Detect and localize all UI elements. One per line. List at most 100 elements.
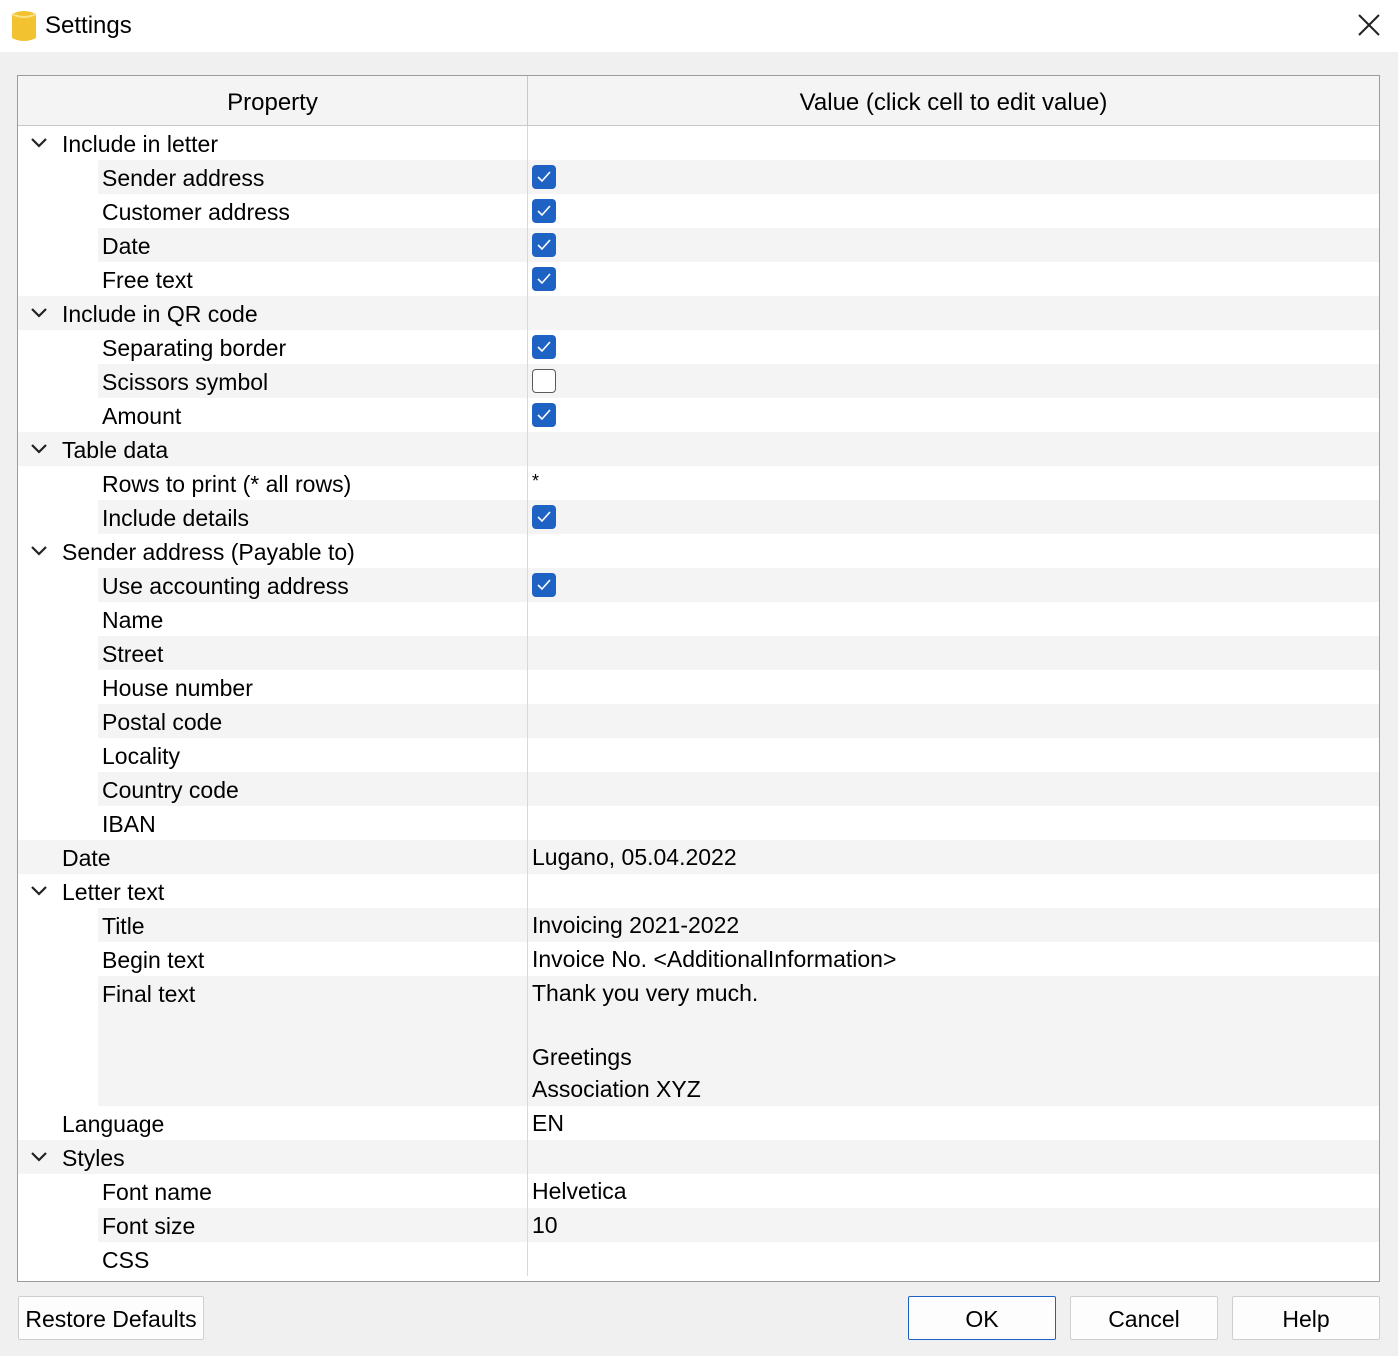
value-cell[interactable] <box>528 568 1379 602</box>
tree-row[interactable]: Include in QR code <box>18 296 1379 330</box>
tree-row[interactable]: Street <box>18 636 1379 670</box>
property-label: Rows to print (* all rows) <box>102 471 352 497</box>
value-cell[interactable] <box>528 330 1379 364</box>
tree-row[interactable]: Table data <box>18 432 1379 466</box>
property-cell: Font size <box>18 1208 528 1242</box>
value-text: Invoicing 2021-2022 <box>532 912 740 938</box>
checkmark-icon <box>537 239 551 251</box>
tree-row[interactable]: CSS <box>18 1242 1379 1276</box>
value-checkbox[interactable] <box>532 233 556 257</box>
property-cell: Font name <box>18 1174 528 1208</box>
column-header-value[interactable]: Value (click cell to edit value) <box>528 76 1379 125</box>
value-cell[interactable] <box>528 160 1379 194</box>
tree-row[interactable]: Title Invoicing 2021-2022 <box>18 908 1379 942</box>
value-cell[interactable] <box>528 228 1379 262</box>
chevron-down-icon[interactable] <box>30 884 48 898</box>
tree-row[interactable]: IBAN <box>18 806 1379 840</box>
value-cell[interactable] <box>528 1242 1379 1276</box>
tree-row[interactable]: Country code <box>18 772 1379 806</box>
restore-defaults-button[interactable]: Restore Defaults <box>18 1296 204 1340</box>
chevron-down-icon[interactable] <box>30 1150 48 1164</box>
tree-row[interactable]: Locality <box>18 738 1379 772</box>
value-checkbox[interactable] <box>532 403 556 427</box>
value-cell[interactable]: Thank you very much. Greetings Associati… <box>528 976 1379 1106</box>
tree-row[interactable]: Sender address <box>18 160 1379 194</box>
value-cell[interactable]: * <box>528 466 1379 500</box>
tree-row[interactable]: Free text <box>18 262 1379 296</box>
ok-button[interactable]: OK <box>908 1296 1056 1340</box>
value-cell[interactable] <box>528 636 1379 670</box>
value-cell[interactable] <box>528 500 1379 534</box>
help-button[interactable]: Help <box>1232 1296 1380 1340</box>
cancel-button[interactable]: Cancel <box>1070 1296 1218 1340</box>
value-text: * <box>532 471 540 491</box>
property-cell: Customer address <box>18 194 528 228</box>
value-cell <box>528 296 1379 330</box>
tree-row[interactable]: Amount <box>18 398 1379 432</box>
value-checkbox[interactable] <box>532 267 556 291</box>
property-label: Final text <box>102 981 196 1007</box>
value-cell[interactable] <box>528 262 1379 296</box>
value-cell[interactable]: Invoice No. <AdditionalInformation> <box>528 942 1379 976</box>
tree-row[interactable]: Name <box>18 602 1379 636</box>
tree-row[interactable]: Date <box>18 228 1379 262</box>
indent-gutter <box>18 942 98 976</box>
value-checkbox[interactable] <box>532 505 556 529</box>
tree-row[interactable]: Postal code <box>18 704 1379 738</box>
tree-row[interactable]: House number <box>18 670 1379 704</box>
tree-row[interactable]: Separating border <box>18 330 1379 364</box>
value-cell[interactable]: Invoicing 2021-2022 <box>528 908 1379 942</box>
value-cell[interactable] <box>528 602 1379 636</box>
tree-row[interactable]: Include details <box>18 500 1379 534</box>
property-cell: Title <box>18 908 528 942</box>
value-checkbox[interactable] <box>532 199 556 223</box>
property-cell: Styles <box>18 1140 528 1174</box>
value-cell[interactable] <box>528 738 1379 772</box>
value-cell[interactable] <box>528 772 1379 806</box>
value-checkbox[interactable] <box>532 573 556 597</box>
tree-row[interactable]: Styles <box>18 1140 1379 1174</box>
tree-row[interactable]: Language EN <box>18 1106 1379 1140</box>
value-cell[interactable] <box>528 398 1379 432</box>
indent-gutter <box>18 398 98 432</box>
tree-row[interactable]: Rows to print (* all rows) * <box>18 466 1379 500</box>
tree-row[interactable]: Letter text <box>18 874 1379 908</box>
property-cell: Street <box>18 636 528 670</box>
value-cell[interactable]: EN <box>528 1106 1379 1140</box>
chevron-down-icon[interactable] <box>30 544 48 558</box>
value-cell[interactable]: 10 <box>528 1208 1379 1242</box>
tree-row[interactable]: Scissors symbol <box>18 364 1379 398</box>
column-header-property[interactable]: Property <box>18 76 528 125</box>
close-button[interactable] <box>1340 0 1398 52</box>
tree-row[interactable]: Include in letter <box>18 126 1379 160</box>
value-cell[interactable] <box>528 806 1379 840</box>
indent-gutter <box>18 704 98 738</box>
property-cell: CSS <box>18 1242 528 1276</box>
property-cell: Include details <box>18 500 528 534</box>
value-checkbox[interactable] <box>532 369 556 393</box>
tree-row[interactable]: Font size 10 <box>18 1208 1379 1242</box>
tree-row[interactable]: Begin text Invoice No. <AdditionalInforma… <box>18 942 1379 976</box>
property-label: Postal code <box>102 709 223 735</box>
indent-gutter <box>18 602 98 636</box>
value-cell[interactable] <box>528 670 1379 704</box>
value-cell[interactable] <box>528 194 1379 228</box>
tree-row[interactable]: Use accounting address <box>18 568 1379 602</box>
tree-row[interactable]: Customer address <box>18 194 1379 228</box>
tree-row[interactable]: Final text Thank you very much. Greetings… <box>18 976 1379 1106</box>
group-label: Include in QR code <box>62 301 258 327</box>
tree-row[interactable]: Font name Helvetica <box>18 1174 1379 1208</box>
value-cell[interactable]: Lugano, 05.04.2022 <box>528 840 1379 874</box>
value-checkbox[interactable] <box>532 165 556 189</box>
value-checkbox[interactable] <box>532 335 556 359</box>
chevron-down-icon[interactable] <box>30 306 48 320</box>
indent-gutter <box>18 772 98 806</box>
value-cell[interactable]: Helvetica <box>528 1174 1379 1208</box>
value-cell[interactable] <box>528 364 1379 398</box>
chevron-down-icon[interactable] <box>30 136 48 150</box>
chevron-down-icon[interactable] <box>30 442 48 456</box>
property-label: CSS <box>102 1247 150 1273</box>
tree-row[interactable]: Date Lugano, 05.04.2022 <box>18 840 1379 874</box>
tree-row[interactable]: Sender address (Payable to) <box>18 534 1379 568</box>
value-cell[interactable] <box>528 704 1379 738</box>
